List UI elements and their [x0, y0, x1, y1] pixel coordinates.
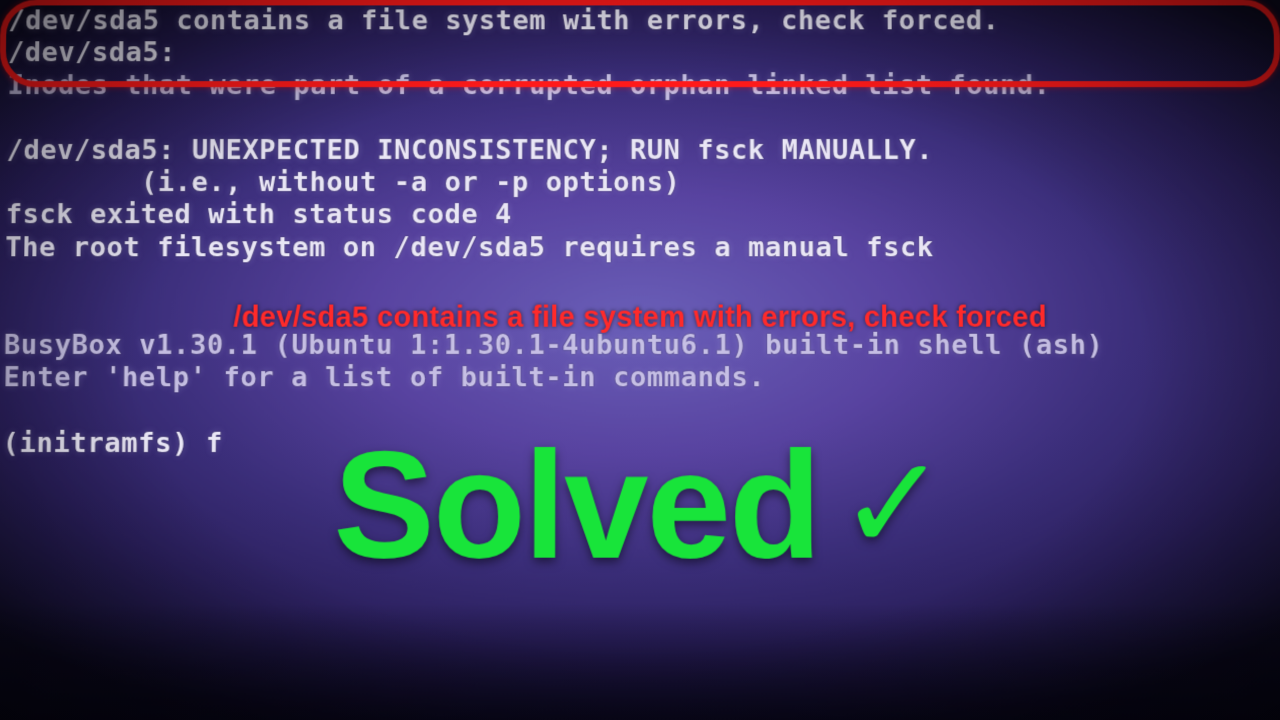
console-line: fsck exited with status code 4 [5, 199, 511, 230]
console-line: The root filesystem on /dev/sda5 require… [5, 232, 934, 263]
solved-text: Solved [333, 420, 820, 591]
check-icon: ✓ [838, 430, 947, 578]
thumbnail-red-caption: /dev/sda5 contains a file system with er… [0, 302, 1280, 335]
console-line: (i.e., without -a or -p options) [6, 167, 681, 198]
boot-console-text: /dev/sda5 contains a file system with er… [0, 5, 1280, 460]
screen-bottom-shadow [0, 604, 1280, 720]
console-line: Enter 'help' for a list of built-in comm… [3, 362, 765, 393]
console-line: Inodes that were part of a corrupted orp… [7, 70, 1050, 101]
solved-overlay: Solved✓ [0, 429, 1280, 581]
console-line: /dev/sda5: [8, 38, 176, 69]
console-line: /dev/sda5: UNEXPECTED INCONSISTENCY; RUN… [6, 135, 933, 166]
console-line: /dev/sda5 contains a file system with er… [8, 5, 999, 36]
crt-screen-photo: /dev/sda5 contains a file system with er… [0, 0, 1280, 720]
